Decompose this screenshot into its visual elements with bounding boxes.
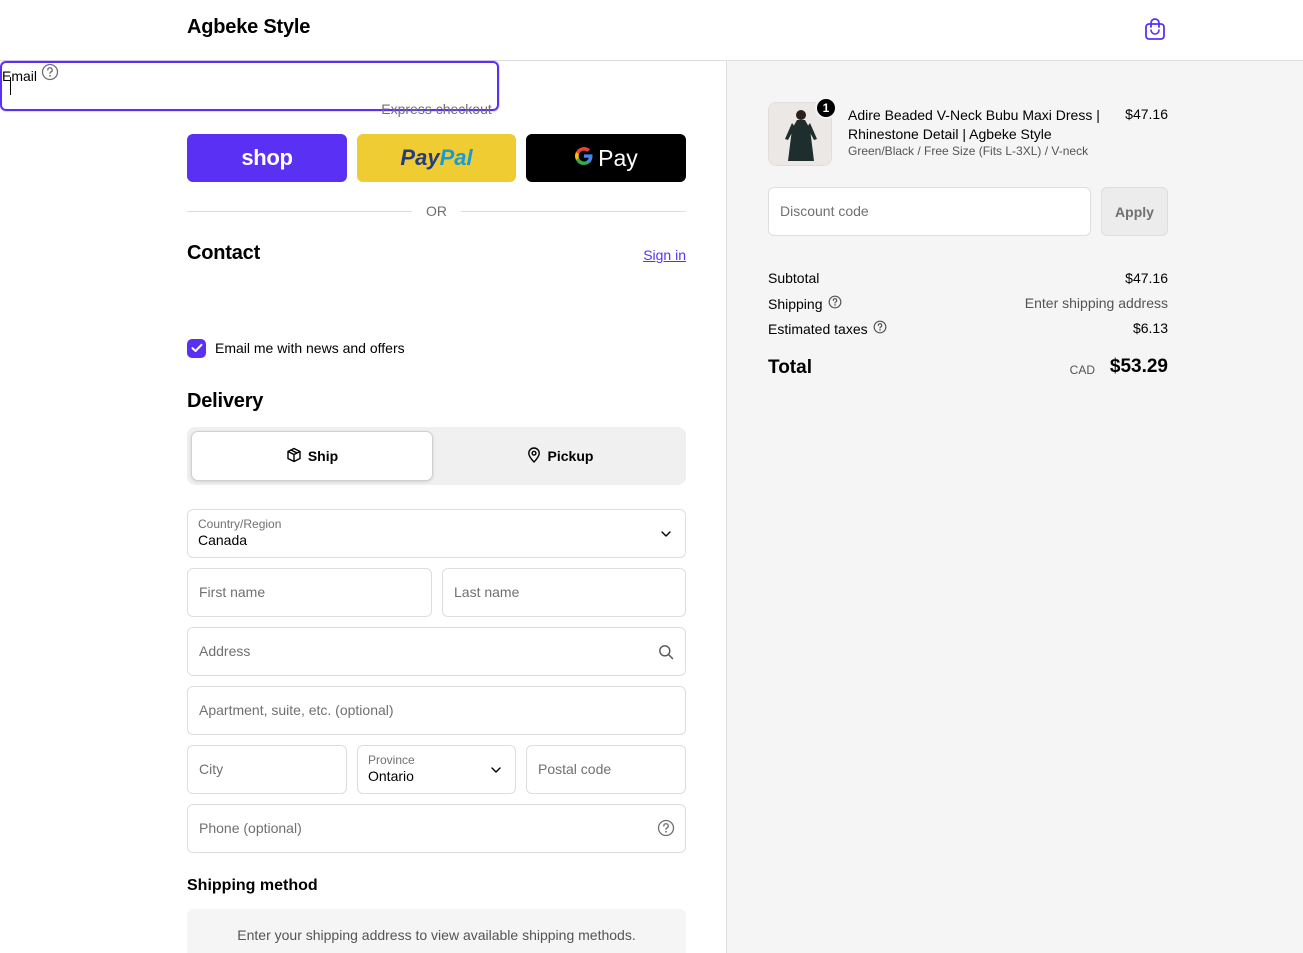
shop-pay-button[interactable]: shop [187, 134, 347, 182]
chevron-down-icon [657, 525, 675, 543]
total-label: Total [768, 357, 812, 378]
express-checkout-label: Express checkout [381, 101, 492, 117]
box-icon [286, 447, 302, 466]
subtotal-value: $47.16 [1125, 270, 1168, 286]
shipping-label-group: Shipping [768, 295, 842, 312]
or-divider: OR [187, 202, 686, 220]
address-field[interactable]: Address [187, 627, 686, 676]
total-currency: CAD [1069, 363, 1095, 377]
newsletter-label: Email me with news and offers [215, 340, 405, 356]
country-label: Country/Region [198, 517, 282, 531]
province-value: Ontario [368, 768, 414, 784]
newsletter-option[interactable]: Email me with news and offers [187, 338, 405, 358]
apartment-placeholder: Apartment, suite, etc. (optional) [199, 702, 394, 718]
subtotal-label: Subtotal [768, 270, 820, 286]
subtotal-row: Subtotal $47.16 [768, 268, 1168, 288]
phone-field[interactable]: Phone (optional) [187, 804, 686, 853]
contact-title: Contact [187, 242, 261, 264]
province-select[interactable]: Province Ontario [357, 745, 516, 794]
pickup-label: Pickup [547, 448, 594, 464]
checkout-form-panel: Express checkout shop Pay Pal Pay OR Cont… [0, 61, 726, 953]
country-select[interactable]: Country/Region Canada [187, 509, 686, 558]
store-brand[interactable]: Agbeke Style [187, 16, 310, 39]
country-value: Canada [198, 532, 248, 548]
city-placeholder: City [199, 761, 224, 777]
location-pin-icon [526, 446, 542, 466]
last-name-field[interactable]: Last name [442, 568, 686, 617]
google-g-icon [574, 145, 594, 172]
shipping-method-message: Enter your shipping address to view avai… [237, 927, 636, 943]
shipping-method-notice: Enter your shipping address to view avai… [187, 909, 686, 953]
taxes-value: $6.13 [1132, 320, 1168, 336]
delivery-title: Delivery [187, 390, 264, 412]
shop-pay-label: shop [241, 145, 293, 170]
product-variant: Green/Black / Free Size (Fits L-3XL) / V… [848, 144, 1089, 158]
last-name-placeholder: Last name [454, 584, 520, 600]
ship-option[interactable]: Ship [191, 431, 433, 481]
checkmark-icon [191, 343, 202, 352]
ship-label: Ship [307, 448, 339, 464]
google-pay-label: Pay [598, 144, 638, 171]
address-placeholder: Address [199, 643, 251, 659]
help-circle-icon[interactable] [873, 320, 887, 337]
city-field[interactable]: City [187, 745, 347, 794]
sign-in-link[interactable]: Sign in [600, 247, 686, 263]
delivery-method-toggle: Ship Pickup [187, 427, 686, 485]
text-caret [10, 77, 11, 95]
or-label: OR [426, 203, 447, 219]
pickup-option[interactable]: Pickup [437, 431, 682, 481]
shipping-method-title: Shipping method [187, 877, 318, 894]
product-price: $47.16 [1125, 106, 1168, 122]
first-name-field[interactable]: First name [187, 568, 432, 617]
search-icon [657, 643, 675, 661]
order-summary-panel: 1 Adire Beaded V-Neck Bubu Maxi Dress | … [726, 61, 1303, 953]
postal-code-placeholder: Postal code [538, 761, 612, 777]
email-placeholder: Email [2, 68, 38, 84]
total-row: Total CAD $53.29 [768, 355, 1168, 381]
first-name-placeholder: First name [199, 584, 266, 600]
shipping-row: Shipping Enter shipping address [768, 293, 1168, 313]
chevron-down-icon [487, 761, 505, 779]
province-label: Province [368, 753, 415, 767]
total-value: $53.29 [1109, 356, 1168, 377]
product-name: Adire Beaded V-Neck Bubu Maxi Dress | Rh… [848, 107, 1100, 142]
paypal-button[interactable]: Pay Pal [357, 134, 516, 182]
apply-discount-button[interactable]: Apply [1101, 187, 1168, 236]
google-pay-button[interactable]: Pay [526, 134, 686, 182]
paypal-label-pay: Pay [400, 145, 440, 170]
taxes-label: Estimated taxes [768, 320, 868, 337]
shopping-bag-icon[interactable] [1142, 16, 1168, 42]
help-circle-icon[interactable] [657, 819, 675, 837]
quantity-badge: 1 [815, 97, 837, 119]
help-circle-icon[interactable] [828, 295, 842, 312]
header: Agbeke Style [0, 0, 1303, 61]
discount-code-field[interactable]: Discount code [768, 187, 1091, 236]
help-circle-icon[interactable] [41, 63, 59, 84]
taxes-row: Estimated taxes $6.13 [768, 318, 1168, 338]
discount-code-placeholder: Discount code [780, 203, 869, 219]
postal-code-field[interactable]: Postal code [526, 745, 686, 794]
taxes-label-group: Estimated taxes [768, 320, 887, 337]
shipping-label: Shipping [768, 295, 823, 312]
paypal-label-pal: Pal [439, 145, 473, 170]
shipping-value: Enter shipping address [1024, 295, 1168, 311]
apartment-field[interactable]: Apartment, suite, etc. (optional) [187, 686, 686, 735]
phone-placeholder: Phone (optional) [199, 820, 302, 836]
newsletter-checkbox[interactable] [187, 338, 206, 358]
